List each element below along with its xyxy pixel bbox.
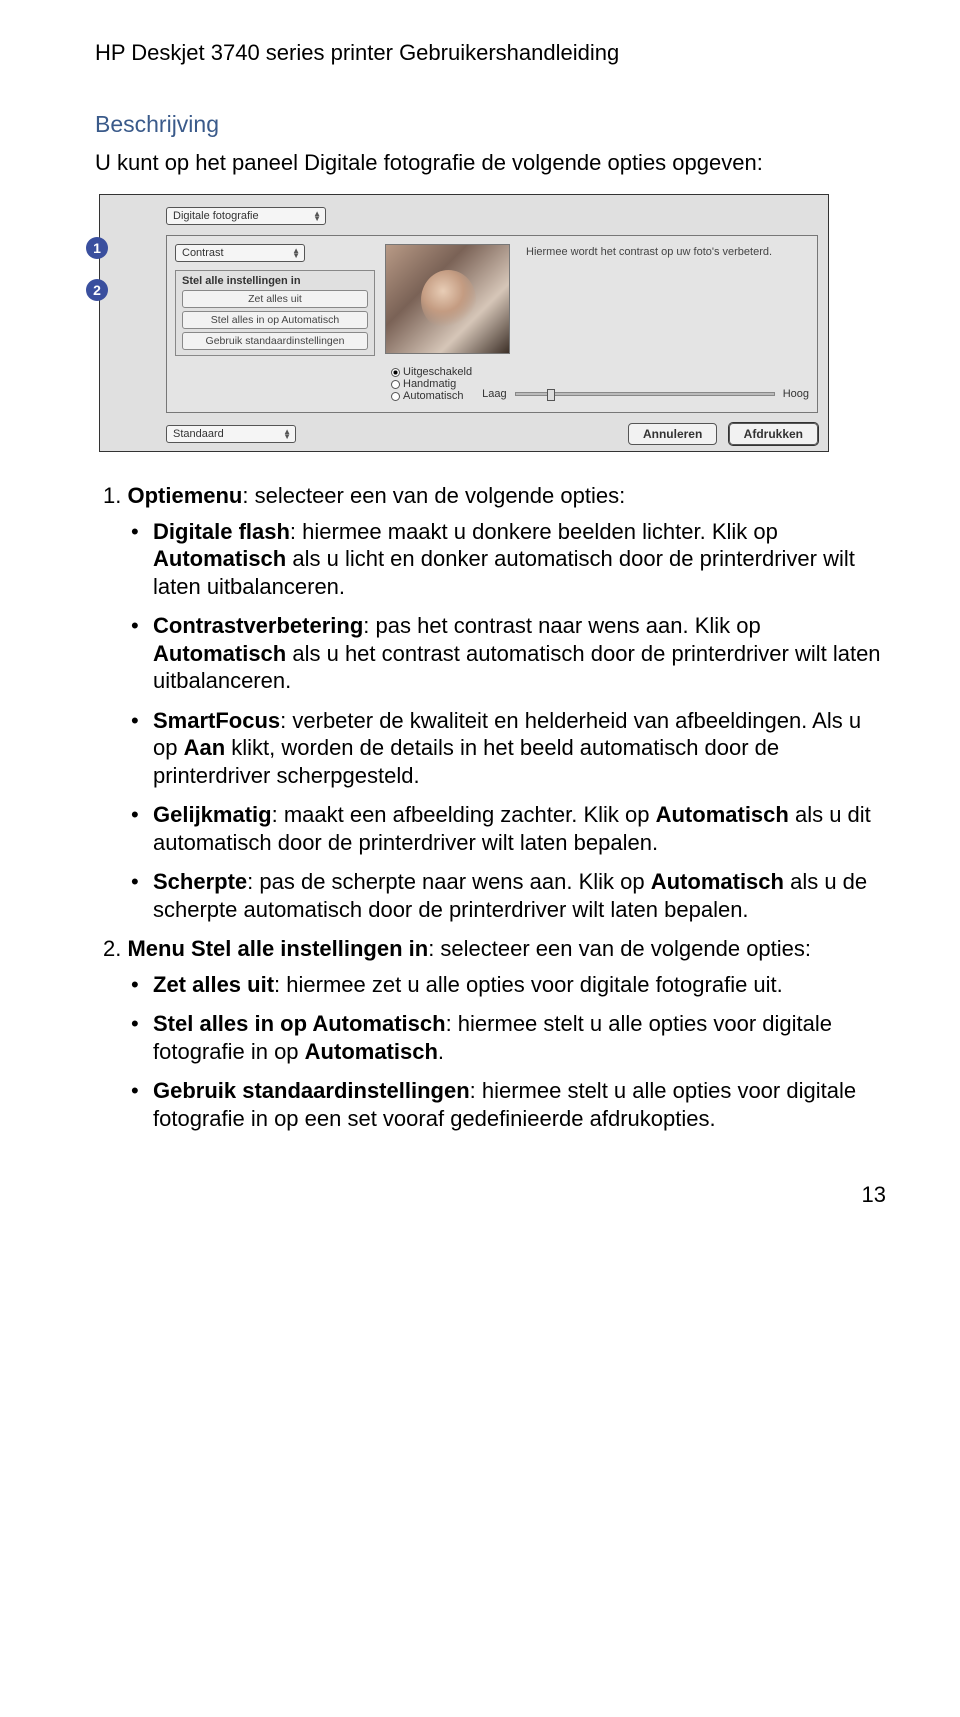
- option-dropdown-label: Contrast: [182, 247, 224, 259]
- set-all-auto-button[interactable]: Stel alles in op Automatisch: [182, 311, 368, 329]
- category-dropdown[interactable]: Digitale fotografie ▲▼: [166, 207, 326, 225]
- bullet-label: Gelijkmatig: [153, 802, 272, 827]
- bullet-text: : maakt een afbeelding zachter. Klik op: [272, 802, 656, 827]
- page-number: 13: [95, 1182, 890, 1208]
- use-defaults-button[interactable]: Gebruik standaardinstellingen: [182, 332, 368, 350]
- list-item-1: 1. Optiemenu: selecteer een van de volge…: [103, 482, 890, 923]
- level-slider[interactable]: Laag Hoog: [482, 366, 809, 400]
- automatisch-label: Automatisch: [651, 869, 784, 894]
- automatisch-label: Automatisch: [305, 1039, 438, 1064]
- list-text: : selecteer een van de volgende opties:: [428, 936, 811, 961]
- option-help-text: Hiermee wordt het contrast op uw foto's …: [520, 244, 809, 356]
- radio-off-label: Uitgeschakeld: [403, 366, 472, 378]
- bullet-smartfocus: SmartFocus: verbeter de kwaliteit en hel…: [131, 707, 890, 790]
- radio-off[interactable]: Uitgeschakeld: [391, 366, 472, 378]
- bullet-label: Digitale flash: [153, 519, 290, 544]
- bullet-label: Scherpte: [153, 869, 247, 894]
- options-panel: Contrast ▲▼ Stel alle instellingen in Ze…: [166, 235, 818, 413]
- bullet-text: .: [438, 1039, 444, 1064]
- bullet-label: Stel alles in op Automatisch: [153, 1011, 446, 1036]
- slider-high-label: Hoog: [783, 388, 809, 400]
- list-number: 1.: [103, 483, 127, 508]
- preset-dropdown-label: Standaard: [173, 428, 224, 440]
- bullet-zet-alles-uit: Zet alles uit: hiermee zet u alle opties…: [131, 971, 890, 999]
- print-button[interactable]: Afdrukken: [729, 423, 818, 445]
- optiemenu-label: Optiemenu: [127, 483, 242, 508]
- slider-track: [515, 392, 775, 396]
- automatisch-label: Automatisch: [153, 546, 286, 571]
- menu-stel-alle-label: Menu Stel alle instellingen in: [127, 936, 428, 961]
- updown-icon: ▲▼: [292, 248, 300, 258]
- preview-image: [385, 244, 510, 354]
- radio-dot-icon: [391, 368, 400, 377]
- mode-radio-group: Uitgeschakeld Handmatig Automatisch: [391, 366, 472, 402]
- updown-icon: ▲▼: [313, 211, 321, 221]
- radio-manual-label: Handmatig: [403, 378, 456, 390]
- bullet-label: Zet alles uit: [153, 972, 274, 997]
- bullet-gebruik-standaard: Gebruik standaardinstellingen: hiermee s…: [131, 1077, 890, 1132]
- bullet-stel-alles-auto: Stel alles in op Automatisch: hiermee st…: [131, 1010, 890, 1065]
- radio-auto[interactable]: Automatisch: [391, 390, 472, 402]
- updown-icon: ▲▼: [283, 429, 291, 439]
- list-number: 2.: [103, 936, 127, 961]
- set-all-settings-title: Stel alle instellingen in: [182, 275, 368, 287]
- automatisch-label: Automatisch: [153, 641, 286, 666]
- body-text: 1. Optiemenu: selecteer een van de volge…: [95, 482, 890, 1132]
- bullet-scherpte: Scherpte: pas de scherpte naar wens aan.…: [131, 868, 890, 923]
- automatisch-label: Automatisch: [656, 802, 789, 827]
- bullet-text: : pas de scherpte naar wens aan. Klik op: [247, 869, 651, 894]
- callout-1-badge: 1: [86, 237, 108, 259]
- radio-manual[interactable]: Handmatig: [391, 378, 472, 390]
- list-item-2: 2. Menu Stel alle instellingen in: selec…: [103, 935, 890, 1132]
- preset-dropdown[interactable]: Standaard ▲▼: [166, 425, 296, 443]
- aan-label: Aan: [184, 735, 226, 760]
- digital-photography-dialog: 1 2 Digitale fotografie ▲▼ Contrast ▲▼: [99, 194, 829, 452]
- bullet-gelijkmatig: Gelijkmatig: maakt een afbeelding zachte…: [131, 801, 890, 856]
- list-text: : selecteer een van de volgende opties:: [242, 483, 625, 508]
- section-intro: U kunt op het paneel Digitale fotografie…: [95, 150, 890, 176]
- category-dropdown-label: Digitale fotografie: [173, 210, 259, 222]
- bullet-text: : hiermee zet u alle opties voor digital…: [274, 972, 783, 997]
- radio-dot-icon: [391, 380, 400, 389]
- bullet-label: Gebruik standaardinstellingen: [153, 1078, 470, 1103]
- option-dropdown[interactable]: Contrast ▲▼: [175, 244, 305, 262]
- bullet-text: : hiermee maakt u donkere beelden lichte…: [290, 519, 778, 544]
- page-header-title: HP Deskjet 3740 series printer Gebruiker…: [95, 40, 890, 66]
- set-all-settings-panel: Stel alle instellingen in Zet alles uit …: [175, 270, 375, 356]
- bullet-digitale-flash: Digitale flash: hiermee maakt u donkere …: [131, 518, 890, 601]
- callout-badges: 1 2: [86, 237, 108, 321]
- section-heading: Beschrijving: [95, 111, 890, 138]
- bullet-contrastverbetering: Contrastverbetering: pas het contrast na…: [131, 612, 890, 695]
- slider-thumb[interactable]: [547, 389, 555, 401]
- slider-low-label: Laag: [482, 388, 506, 400]
- radio-dot-icon: [391, 392, 400, 401]
- bullet-label: Contrastverbetering: [153, 613, 363, 638]
- cancel-button[interactable]: Annuleren: [628, 423, 717, 445]
- bullet-text: klikt, worden de details in het beeld au…: [153, 735, 779, 788]
- bullet-label: SmartFocus: [153, 708, 280, 733]
- bullet-text: : pas het contrast naar wens aan. Klik o…: [363, 613, 760, 638]
- callout-2-badge: 2: [86, 279, 108, 301]
- set-all-off-button[interactable]: Zet alles uit: [182, 290, 368, 308]
- radio-auto-label: Automatisch: [403, 390, 464, 402]
